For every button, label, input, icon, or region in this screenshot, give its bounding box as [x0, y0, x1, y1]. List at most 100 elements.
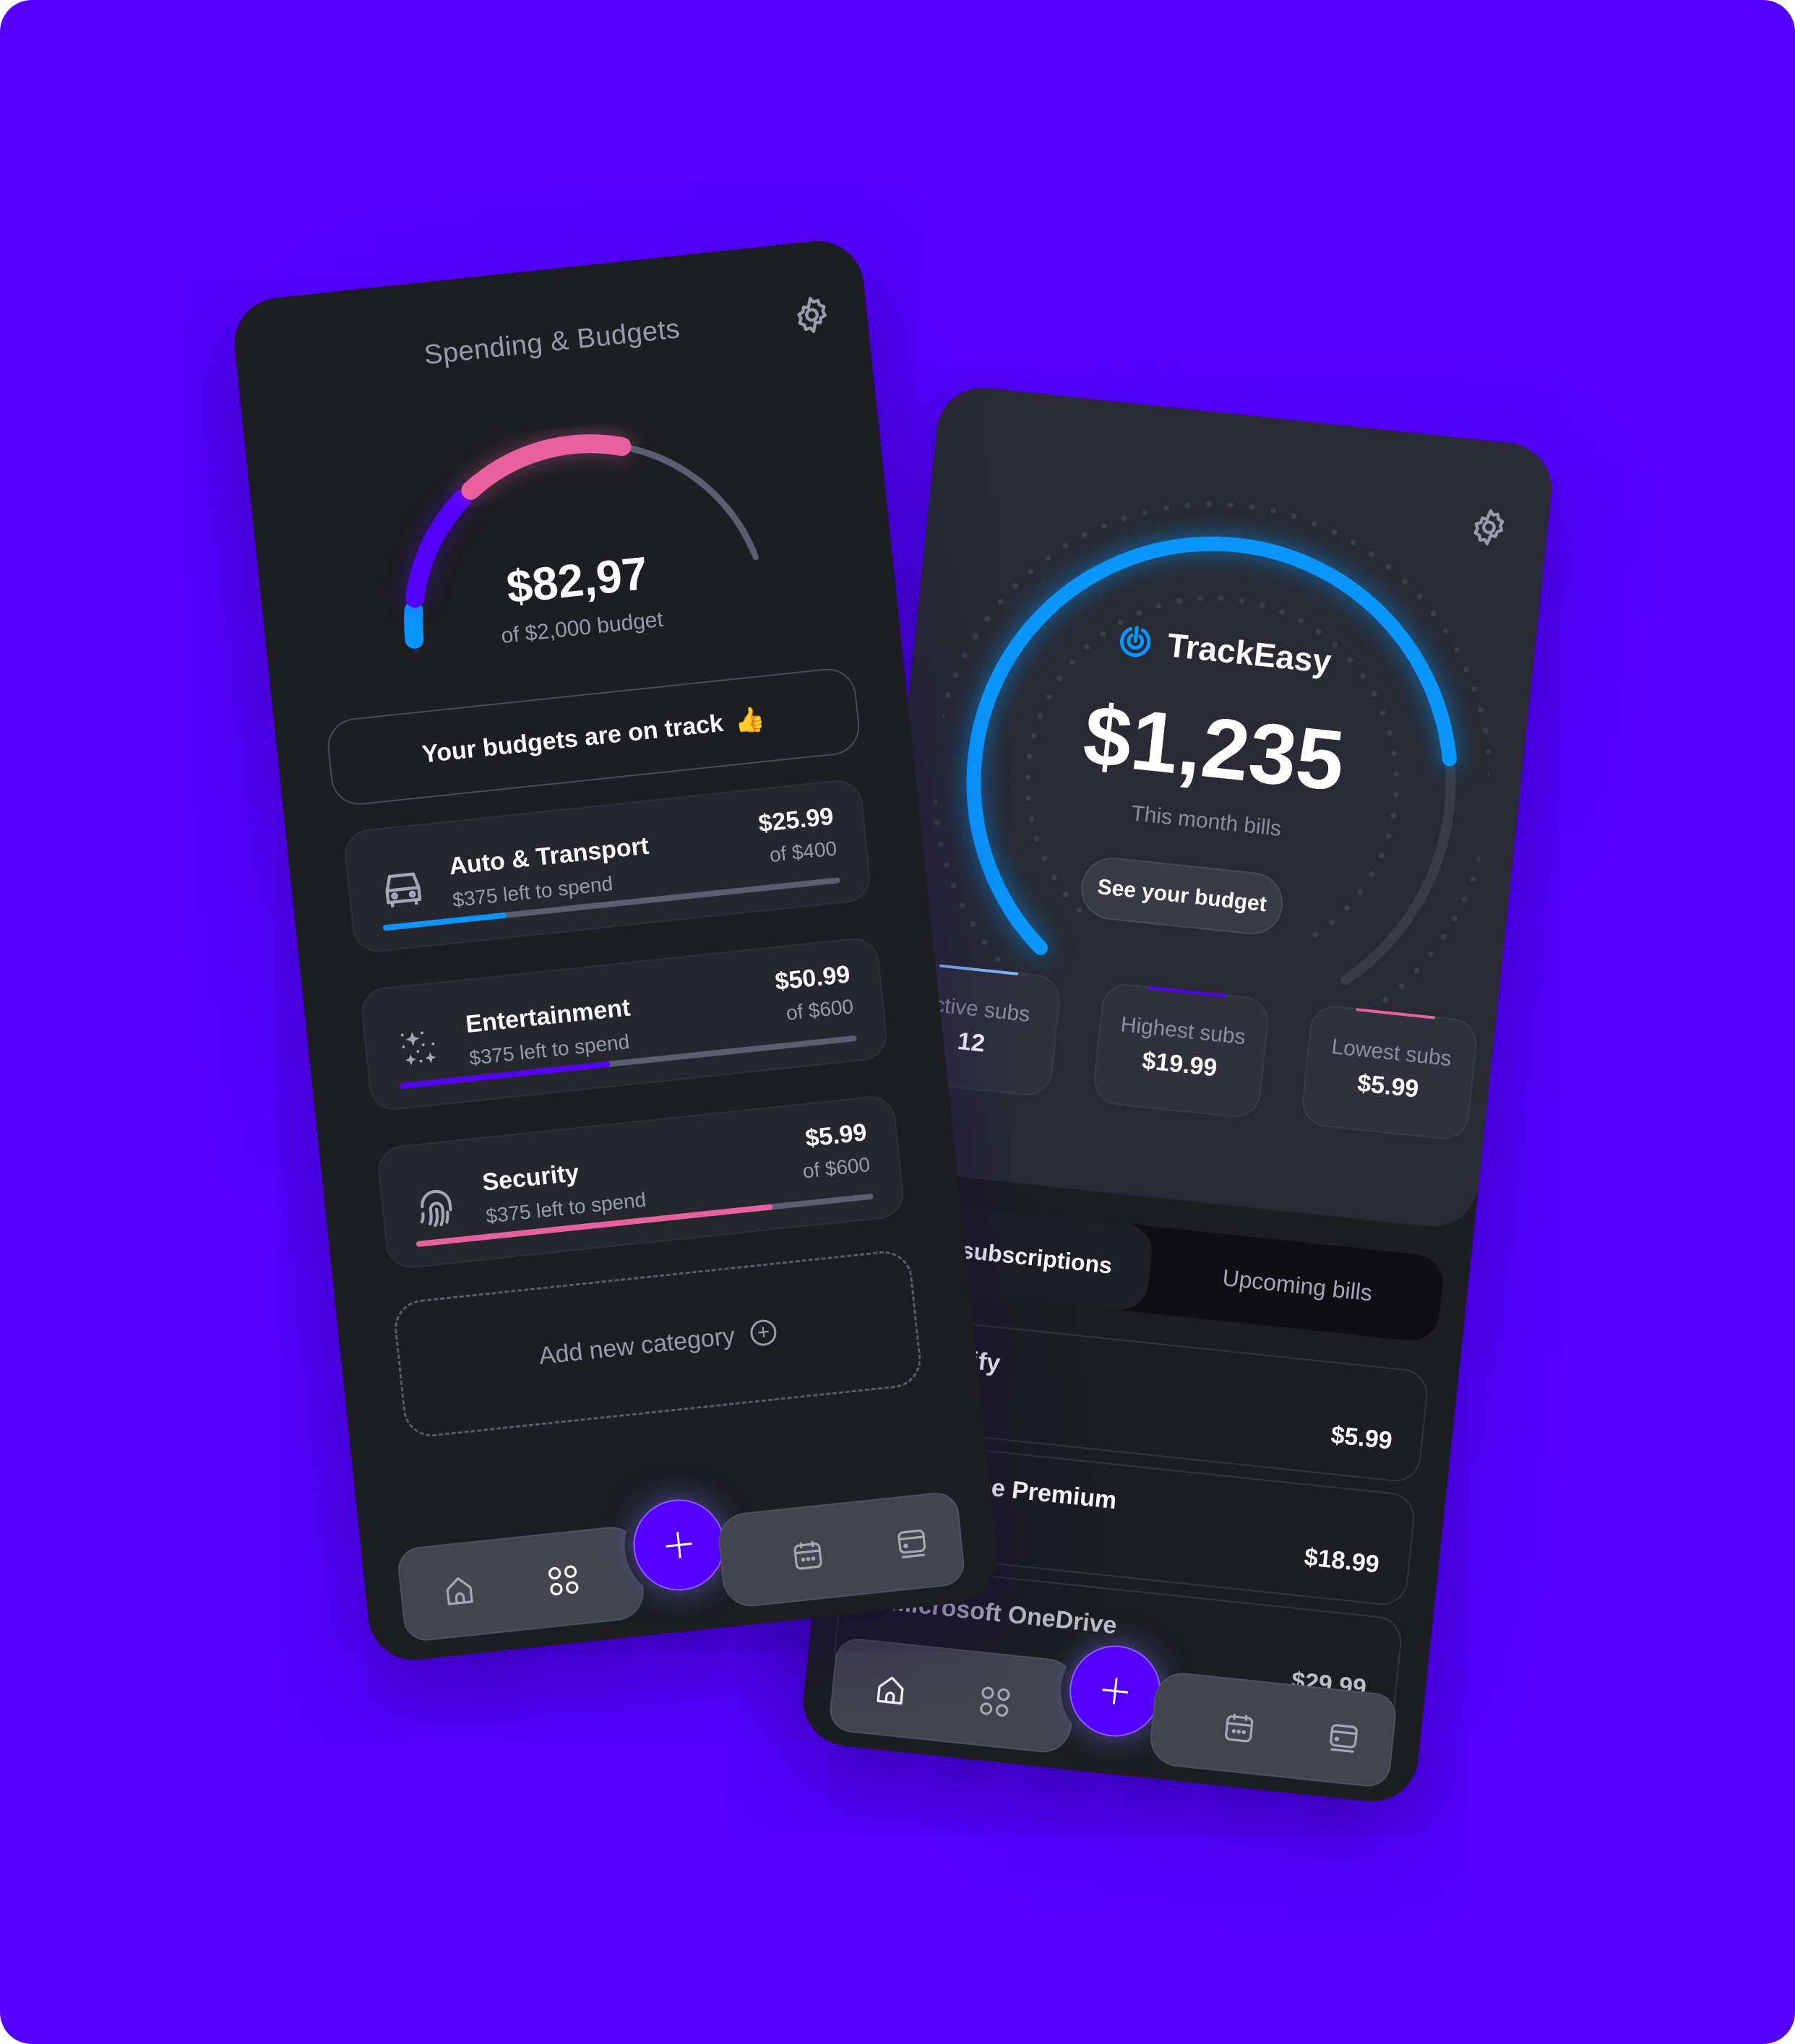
gauge-dot	[1239, 597, 1245, 603]
calendar-icon[interactable]	[788, 1536, 827, 1574]
gauge-dot	[1041, 855, 1048, 862]
category-card-entertainment[interactable]: Entertainment $375 left to spend $50.99 …	[358, 936, 890, 1113]
wallet-icon[interactable]	[1324, 1719, 1362, 1757]
plus-icon	[666, 1532, 692, 1558]
gauge-dot	[1163, 504, 1169, 511]
gauge-dot	[1331, 529, 1338, 535]
gauge-dot	[1279, 608, 1286, 615]
gauge-dot	[943, 862, 950, 868]
gauge-dot	[1028, 816, 1035, 822]
gauge-dot	[1442, 628, 1449, 634]
nav-segment-right	[715, 1490, 967, 1610]
gauge-dot	[1379, 710, 1386, 716]
gauge-dot	[1155, 603, 1162, 609]
plus-circle-icon: +	[749, 1318, 778, 1347]
gear-icon[interactable]	[1466, 504, 1512, 551]
gauge-dot	[1315, 629, 1322, 635]
gauge-dot	[1398, 983, 1405, 989]
grid-icon[interactable]	[544, 1561, 582, 1600]
gauge-dot	[1081, 532, 1088, 538]
gauge-dot	[1176, 598, 1182, 604]
category-limit: of $400	[768, 837, 838, 866]
gauge-dot	[1385, 564, 1392, 570]
gauge-dot	[1344, 905, 1351, 911]
gauge-dot	[997, 598, 1004, 605]
gauge-dot	[1205, 501, 1212, 507]
category-card-auto[interactable]: Auto & Transport $375 left to spend $25.…	[342, 777, 873, 954]
stat-card-lowest[interactable]: Lowest subs $5.99	[1299, 1003, 1479, 1142]
fingerprint-icon	[420, 1189, 452, 1228]
gauge-dot	[1291, 513, 1297, 519]
calendar-icon[interactable]	[1220, 1708, 1258, 1746]
category-name: Auto & Transport	[447, 832, 650, 881]
category-spent: $5.99	[804, 1118, 869, 1152]
category-spent: $50.99	[773, 960, 852, 996]
gauge-dot	[1101, 522, 1107, 529]
gear-icon[interactable]	[789, 292, 835, 338]
gauge-dot	[1012, 582, 1018, 589]
grid-icon[interactable]	[976, 1683, 1014, 1721]
gauge-dot	[1136, 610, 1142, 616]
gauge-dot	[1369, 871, 1375, 877]
gauge-dot	[1069, 659, 1075, 665]
gauge-dot	[1077, 907, 1083, 913]
tab-upcoming-bills[interactable]: Upcoming bills	[1149, 1227, 1445, 1343]
gauge-dot	[1357, 889, 1364, 895]
car-icon	[385, 872, 422, 907]
gauge-dot	[1298, 618, 1304, 624]
gauge-dot	[1227, 501, 1234, 508]
spending-budgets-phone: Spending & Budgets $82,97 of $2,000 budg…	[230, 236, 1002, 1665]
gauge-dot	[1056, 676, 1063, 682]
page-title: Spending & Budgets	[423, 314, 681, 371]
gauge-dot	[1197, 595, 1203, 602]
gauge-dot	[1044, 555, 1051, 561]
gauge-dot	[950, 882, 957, 889]
gauge-dot	[1051, 874, 1057, 880]
gauge-dot	[1249, 504, 1255, 510]
gauge-dot	[1427, 951, 1434, 957]
gauge-dot	[1142, 509, 1148, 516]
gauge-dot	[1350, 539, 1356, 546]
gauge-dot	[1453, 647, 1460, 653]
gauge-dot	[1416, 594, 1423, 600]
gauge-dot	[1028, 568, 1034, 574]
category-spent: $25.99	[757, 802, 835, 838]
gauge-dot	[1378, 853, 1385, 859]
gauge-dot	[1371, 691, 1377, 697]
gauge-dot	[1430, 611, 1437, 617]
gauge-dot	[938, 841, 944, 848]
gauge-dot	[970, 921, 976, 928]
gauge-dot	[1440, 933, 1447, 940]
gauge-dot	[1478, 707, 1484, 713]
category-name: Security	[481, 1159, 581, 1196]
gauge-dot	[994, 956, 1001, 962]
gauge-dot	[1270, 508, 1276, 514]
gauge-dot	[1368, 551, 1374, 557]
subscription-price: $18.99	[1303, 1543, 1381, 1579]
gauge-dot	[1063, 891, 1069, 897]
nav-segment-left	[395, 1524, 647, 1643]
gauge-dot	[1184, 502, 1191, 509]
wallet-icon[interactable]	[892, 1525, 931, 1563]
gauge-dot	[1401, 578, 1408, 585]
add-category-button[interactable]: Add new category +	[392, 1248, 924, 1440]
gauge-dot	[1121, 515, 1127, 522]
gauge-segment	[461, 434, 632, 500]
gauge-dot	[1329, 919, 1335, 926]
plus-icon	[1102, 1678, 1129, 1704]
category-card-security[interactable]: Security $375 left to spend $5.99 of $60…	[375, 1094, 906, 1271]
home-icon[interactable]	[440, 1572, 478, 1610]
gauge-dot	[961, 652, 968, 659]
gauge-dot	[1033, 836, 1040, 842]
home-icon[interactable]	[871, 1672, 910, 1710]
stat-card-highest[interactable]: Highest subs $19.99	[1091, 981, 1271, 1120]
gauge-dot	[1470, 876, 1476, 883]
gauge-dot	[1312, 932, 1319, 939]
target-logo-icon	[1119, 626, 1151, 657]
background-canvas: TrackEasy $1,235 This month bills See yo…	[0, 0, 1795, 2044]
subscription-price: $5.99	[1329, 1420, 1394, 1455]
gauge-dot	[1461, 896, 1468, 902]
category-limit: of $600	[801, 1152, 871, 1183]
gauge-dot	[981, 939, 988, 946]
gauge-dot	[1259, 602, 1265, 608]
